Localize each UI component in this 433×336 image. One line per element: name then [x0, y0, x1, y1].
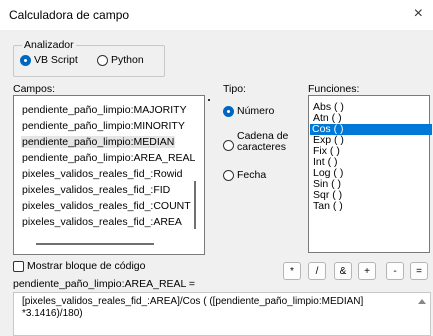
radio-python[interactable]: Python	[97, 54, 144, 66]
operator-equals-button[interactable]: =	[410, 262, 428, 280]
scroll-up-icon[interactable]	[418, 299, 426, 304]
expression-textarea[interactable]: [pixeles_validos_reales_fid_:AREA]/Cos (…	[13, 292, 431, 336]
functions-listbox[interactable]: Abs ( ) Atn ( ) Cos ( ) Exp ( ) Fix ( ) …	[308, 95, 433, 253]
horizontal-scrollbar-thumb[interactable]	[36, 243, 154, 245]
close-icon[interactable]: ×	[414, 5, 423, 23]
radio-selected-icon	[20, 54, 31, 66]
radio-numero-label: Número	[237, 105, 275, 117]
fields-label: Campos:	[13, 83, 56, 95]
field-item[interactable]: pixeles_validos_reales_fid_:Rowid	[22, 168, 183, 180]
field-item[interactable]: pendiente_paño_limpio:AREA_REAL	[22, 152, 195, 164]
radio-cadena-label: Cadena de caracteres	[237, 130, 289, 153]
radio-fecha-label: Fecha	[237, 169, 267, 181]
radio-fecha[interactable]: Fecha	[223, 169, 266, 181]
show-codeblock-label: Mostrar bloque de código	[27, 260, 146, 272]
field-item[interactable]: pixeles_validos_reales_fid_:AREA	[22, 216, 182, 228]
field-item[interactable]: pendiente_paño_limpio:MAJORITY	[22, 104, 187, 116]
radio-vbscript-label: VB Script	[34, 54, 78, 66]
field-item[interactable]: pixeles_validos_reales_fid_:FID	[22, 184, 170, 196]
function-item[interactable]: Tan ( )	[311, 201, 433, 212]
field-item[interactable]: pixeles_validos_reales_fid_:COUNT	[22, 200, 191, 212]
show-codeblock-checkbox[interactable]: Mostrar bloque de código	[13, 260, 146, 272]
radio-cadena[interactable]: Cadena de caracteres	[223, 131, 288, 153]
radio-unselected-icon	[97, 54, 108, 66]
operator-ampersand-button[interactable]: &	[334, 262, 352, 280]
radio-vbscript[interactable]: VB Script	[20, 54, 78, 66]
window-title: Calculadora de campo	[9, 8, 130, 22]
parser-label: Analizador	[22, 39, 76, 51]
radio-unselected-icon	[223, 169, 234, 181]
operator-divide-button[interactable]: /	[308, 262, 326, 280]
radio-numero[interactable]: Número	[223, 105, 274, 117]
checkbox-icon	[13, 260, 24, 272]
operator-multiply-button[interactable]: *	[283, 262, 301, 280]
scroll-indicator-dot	[208, 99, 210, 101]
operator-minus-button[interactable]: -	[386, 262, 404, 280]
expression-text: [pixeles_validos_reales_fid_:AREA]/Cos (…	[22, 296, 364, 319]
operator-plus-button[interactable]: +	[358, 262, 376, 280]
expression-label: pendiente_paño_limpio:AREA_REAL =	[13, 278, 196, 290]
fields-listbox[interactable]: pendiente_paño_limpio:MAJORITY pendiente…	[13, 95, 205, 255]
field-item-selected[interactable]: pendiente_paño_limpio:MEDIAN	[21, 136, 176, 148]
field-item[interactable]: pendiente_paño_limpio:MINORITY	[22, 120, 185, 132]
radio-python-label: Python	[111, 54, 144, 66]
vertical-scrollbar-thumb[interactable]	[194, 181, 196, 229]
type-label: Tipo:	[223, 83, 246, 95]
radio-unselected-icon	[223, 139, 234, 151]
radio-selected-icon	[223, 105, 234, 117]
functions-label: Funciones:	[308, 83, 360, 95]
